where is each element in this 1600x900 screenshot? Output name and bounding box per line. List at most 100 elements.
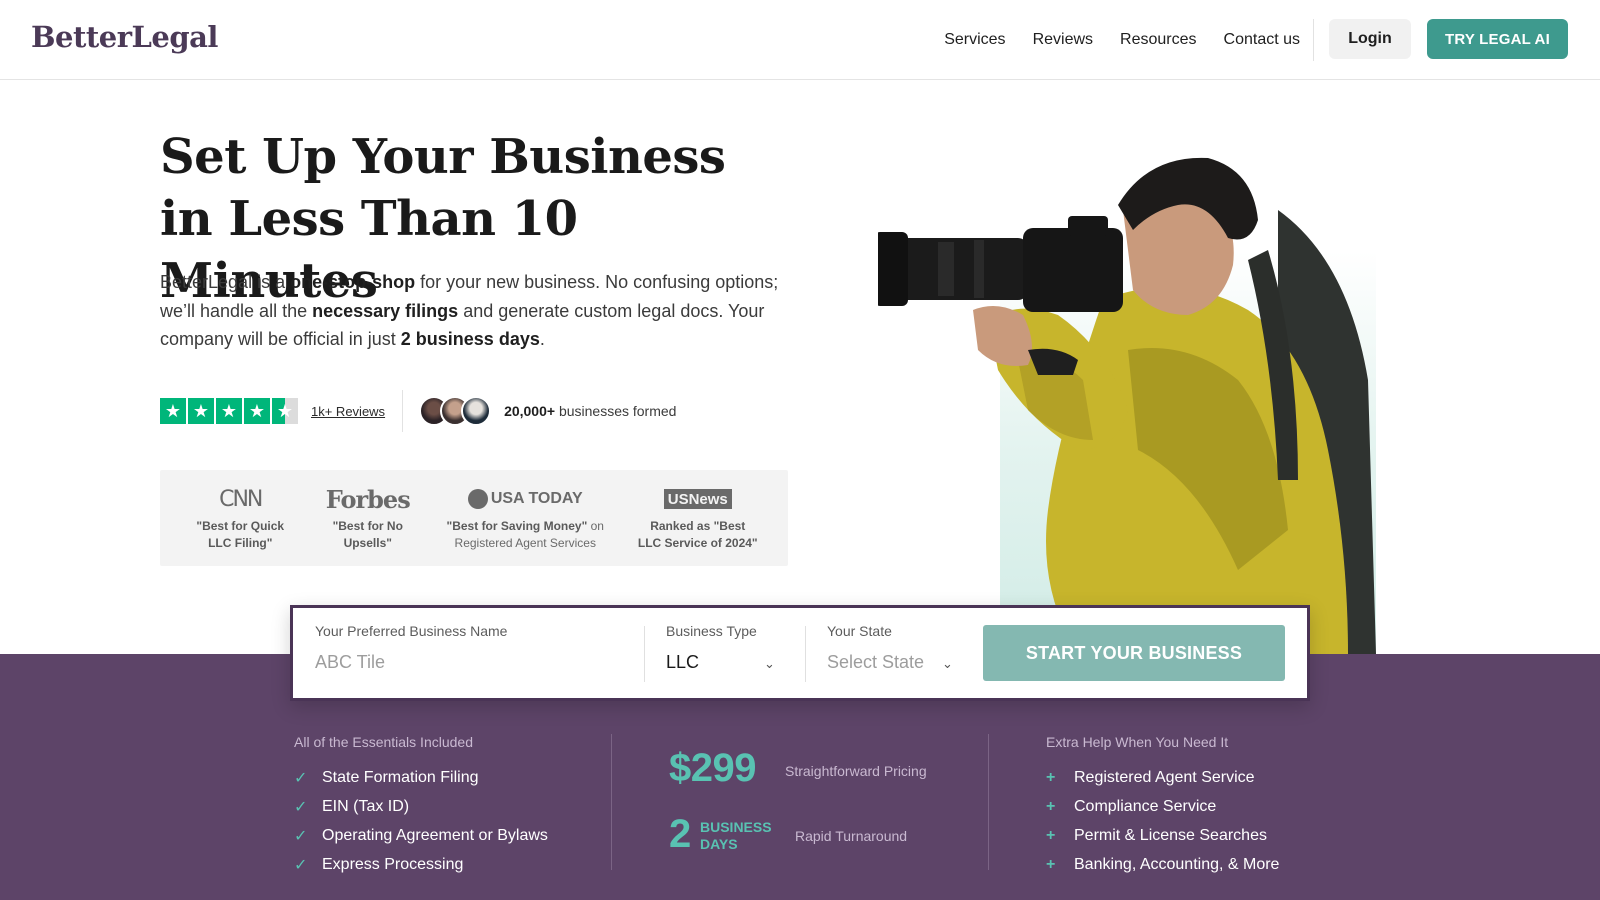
list-item: + Permit & License Searches [1046,821,1279,850]
check-icon: ✓ [294,827,308,845]
try-legal-ai-button[interactable]: TRY LEGAL AI [1427,19,1568,59]
plus-icon: + [1046,855,1056,873]
check-icon: ✓ [294,798,308,816]
plus-icon: + [1046,826,1056,844]
usnews-logo: USNews [663,489,732,509]
customer-avatars [419,396,492,426]
press-caption: "Best for Saving Money" on Registered Ag… [445,518,605,552]
press-item-usnews: USNews Ranked as "Best LLC Service of 20… [638,484,758,552]
photographer-illustration [878,157,1376,654]
list-item: + Banking, Accounting, & More [1046,850,1279,879]
cnn-logo: CNN [219,486,263,512]
press-item-usa-today: USA TODAY "Best for Saving Money" on Reg… [445,484,605,552]
state-label: Your State [827,623,892,639]
list-item: + Compliance Service [1046,792,1279,821]
business-start-form: Your Preferred Business Name ABC Tile Bu… [290,605,1310,701]
list-item: ✓ EIN (Tax ID) [294,792,548,821]
star-icon: ★ [188,398,214,424]
plus-icon: + [1046,797,1056,815]
price-label: Straightforward Pricing [785,763,927,779]
essentials-label: All of the Essentials Included [294,734,473,750]
usa-today-wordmark: USA TODAY [490,490,583,507]
days-word: BUSINESS DAYS [700,819,772,852]
business-name-field[interactable]: Your Preferred Business Name ABC Tile [315,608,635,698]
plus-icon: + [1046,768,1056,786]
band-divider [611,734,612,870]
reviews-link[interactable]: 1k+ Reviews [311,404,385,419]
star-icon: ★ [244,398,270,424]
form-divider [644,626,645,682]
star-rating: ★ ★ ★ ★ ★ [160,398,298,424]
extras-list: + Registered Agent Service + Compliance Se… [1046,763,1279,879]
brand-logo[interactable]: BetterLegal [31,20,218,54]
press-item-forbes: Forbes "Best for No Upsells" [323,484,413,552]
days-number: 2 [669,812,692,856]
nav-resources[interactable]: Resources [1120,31,1196,49]
essential-item: EIN (Tax ID) [322,797,410,815]
press-caption-bold: "Best for Quick LLC Filing" [196,519,285,550]
form-divider [805,626,806,682]
business-type-value[interactable]: LLC [666,652,699,673]
press-mentions: CNN "Best for Quick LLC Filing" Forbes "… [160,470,788,566]
turnaround-label: Rapid Turnaround [795,828,908,844]
nav-contact-us[interactable]: Contact us [1224,31,1300,49]
list-item: ✓ Operating Agreement or Bylaws [294,821,548,850]
nav-divider [1313,19,1314,61]
state-value[interactable]: Select State [827,652,924,673]
star-icon: ★ [216,398,242,424]
subtitle-text: . [539,329,545,349]
list-item: ✓ State Formation Filing [294,763,548,792]
half-star-icon: ★ [272,398,298,424]
press-caption-bold: "Best for Saving Money" [446,519,588,533]
band-divider [988,734,989,870]
extras-label: Extra Help When You Need It [1046,734,1229,750]
hero-subtitle: BetterLegal is a one-stop-shop for your … [160,268,800,354]
usa-today-logo: USA TODAY [467,484,583,514]
start-business-button[interactable]: START YOUR BUSINESS [983,625,1285,681]
press-caption-bold: "Best for No Upsells" [332,519,403,550]
extra-item: Compliance Service [1074,797,1217,815]
check-icon: ✓ [294,769,308,787]
nav-services[interactable]: Services [944,31,1005,49]
extra-item: Banking, Accounting, & More [1074,855,1280,873]
subtitle-bold: necessary filings [312,300,459,321]
subtitle-bold: 2 business days [400,329,540,349]
press-caption: "Best for Quick LLC Filing" [190,518,290,552]
businesses-formed: 20,000+ businesses formed [504,403,676,419]
list-item: + Registered Agent Service [1046,763,1279,792]
avatar [461,396,492,426]
forbes-logo: Forbes [325,484,411,514]
price-value: $299 [669,746,756,790]
business-name-input[interactable]: ABC Tile [315,652,385,673]
business-type-label: Business Type [666,623,757,639]
business-name-label: Your Preferred Business Name [315,623,508,639]
main-nav: Services Reviews Resources Contact us [944,0,1300,80]
site-header: BetterLegal Services Reviews Resources C… [0,0,1600,80]
chevron-down-icon[interactable]: ⌄ [942,656,953,672]
hero-photo [878,150,1376,654]
extra-item: Permit & License Searches [1074,826,1267,844]
essential-item: Express Processing [322,855,464,873]
press-caption: "Best for No Upsells" [323,518,413,552]
essential-item: State Formation Filing [322,768,479,786]
business-type-select[interactable]: Business Type LLC ⌄ [666,608,806,698]
login-button[interactable]: Login [1329,19,1411,59]
chevron-down-icon[interactable]: ⌄ [764,656,775,672]
formed-text: businesses formed [555,403,677,419]
formed-count: 20,000+ [504,403,556,419]
essentials-list: ✓ State Formation Filing ✓ EIN (Tax ID) ✓ O… [294,763,548,879]
subtitle-bold: one-stop-shop [290,272,416,292]
press-caption: Ranked as "Best LLC Service of 2024" [638,518,758,552]
list-item: ✓ Express Processing [294,850,548,879]
press-item-cnn: CNN "Best for Quick LLC Filing" [190,484,290,552]
essential-item: Operating Agreement or Bylaws [322,826,548,844]
subtitle-text: BetterLegal is a [160,272,291,292]
extra-item: Registered Agent Service [1074,768,1255,786]
star-icon: ★ [160,398,186,424]
check-icon: ✓ [294,856,308,874]
rating-divider [402,390,404,432]
social-proof-row: ★ ★ ★ ★ ★ 1k+ Reviews 20,000+ businesses… [160,386,676,436]
state-select[interactable]: Your State Select State ⌄ [827,608,967,698]
usa-today-dot-icon [467,489,488,509]
nav-reviews[interactable]: Reviews [1033,31,1093,49]
